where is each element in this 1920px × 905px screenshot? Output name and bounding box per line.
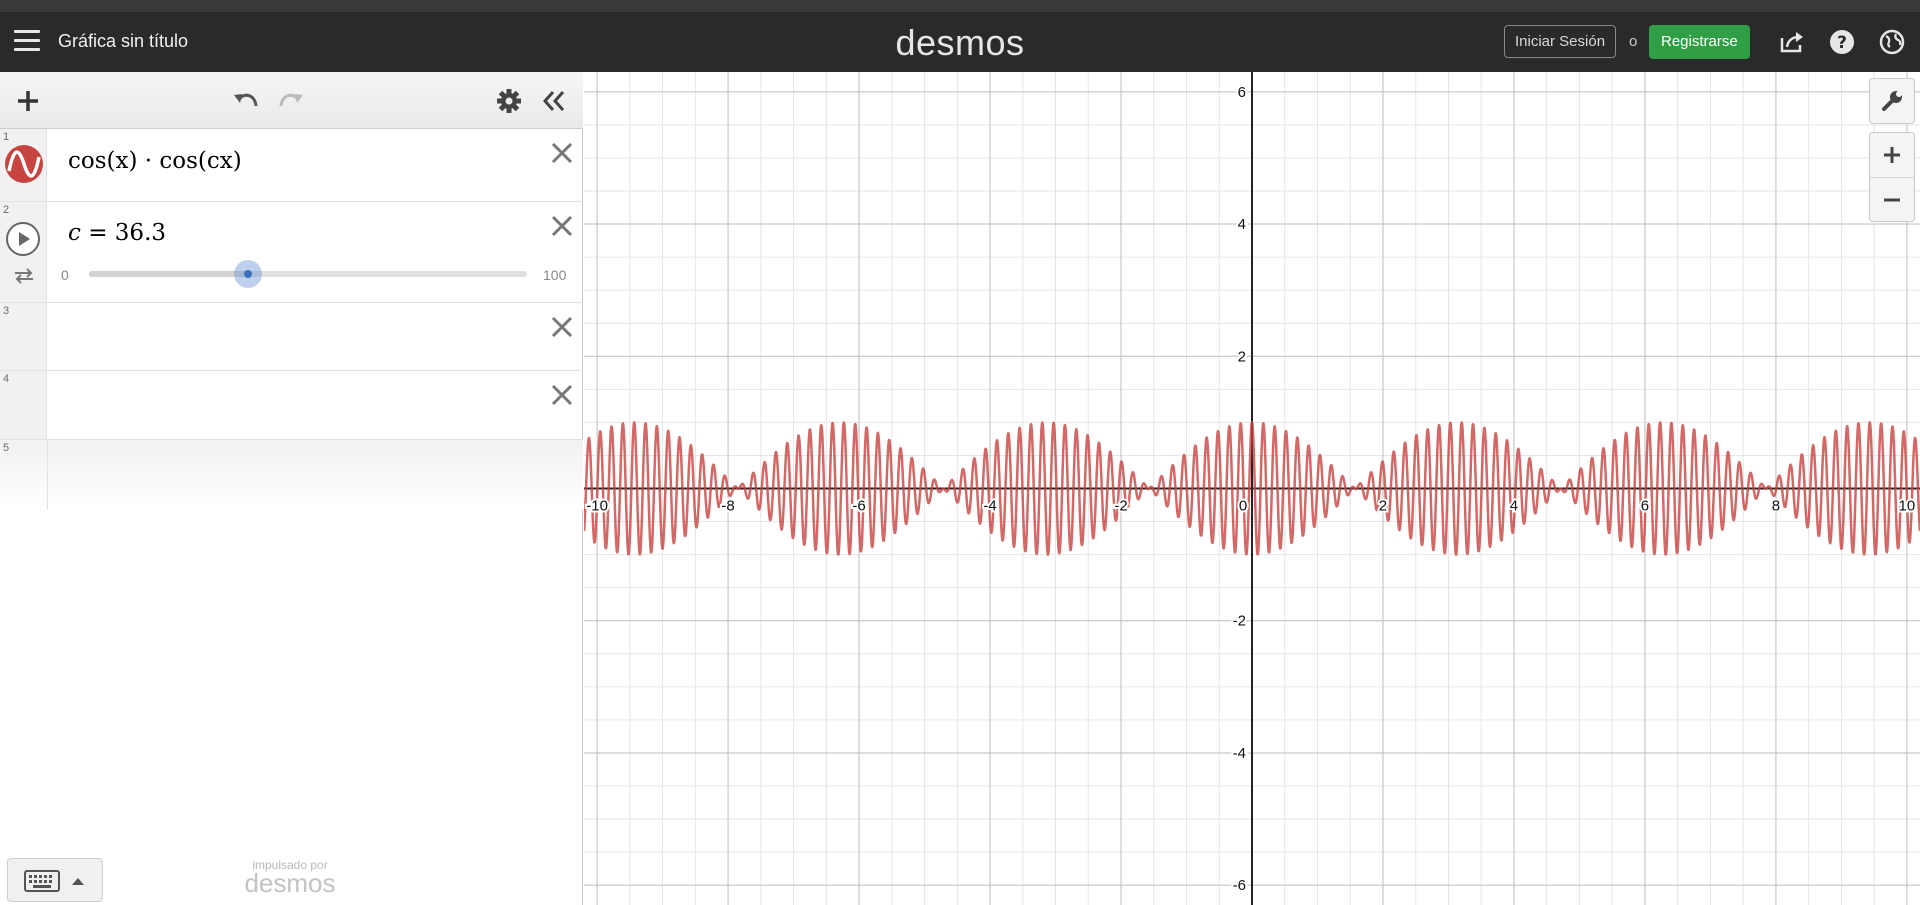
desmos-logo: desmos (895, 22, 1025, 63)
graph-curve-icon[interactable] (4, 144, 44, 184)
chevron-up-icon (72, 878, 84, 885)
slider-expression-field[interactable]: c = 36.3 (68, 220, 166, 246)
expression-list-panel: 1 cos(x) · cos(cx) 2 c = 36.3 0 100 3 4 … (0, 72, 583, 905)
x-tick-label: 0 (1239, 498, 1247, 515)
collapse-list-icon[interactable] (539, 86, 569, 116)
delete-expression-icon[interactable] (548, 313, 576, 341)
language-globe-icon[interactable] (1878, 28, 1906, 56)
graph-settings-control (1869, 78, 1915, 124)
y-tick-label: 4 (1238, 216, 1246, 233)
y-tick-label: -6 (1233, 877, 1246, 894)
keyboard-icon (24, 870, 60, 892)
login-button[interactable]: Iniciar Sesión (1504, 25, 1617, 58)
signup-button[interactable]: Registrarse (1649, 25, 1750, 59)
play-icon[interactable] (5, 221, 41, 257)
loop-icon[interactable] (12, 266, 36, 286)
slider-value: 36.3 (114, 220, 167, 246)
expression-row-4[interactable]: 4 (0, 371, 583, 440)
y-tick-label: 6 (1238, 84, 1246, 101)
window-top-strip (0, 0, 1920, 12)
graph-canvas[interactable]: -10 -8 -6 -4 -2 0 2 4 6 8 10 6 4 2 -2 -4 -6 (584, 72, 1920, 905)
expression-toolbar (0, 72, 583, 129)
x-tick-label: -10 (586, 498, 608, 515)
expression-index: 4 (3, 373, 10, 385)
slider-max-label[interactable]: 100 (543, 267, 566, 283)
expression-index-gutter: 1 (0, 129, 47, 201)
slider-track[interactable] (89, 260, 527, 288)
powered-by-desmos[interactable]: impulsado por desmos (240, 858, 340, 899)
expression-row-1[interactable]: 1 cos(x) · cos(cx) (0, 129, 583, 202)
slider-fill (89, 271, 248, 277)
expression-index-gutter: 2 (0, 202, 47, 302)
expression-index: 3 (3, 305, 10, 317)
expression-row-3[interactable]: 3 (0, 303, 583, 371)
expression-math-field[interactable]: cos(x) · cos(cx) (68, 148, 242, 174)
delete-expression-icon[interactable] (548, 139, 576, 167)
x-tick-label: -6 (852, 498, 865, 515)
x-tick-label: -2 (1114, 498, 1127, 515)
app-header: Gráfica sin título desmos Iniciar Sesión… (0, 12, 1920, 72)
x-tick-label: 8 (1772, 498, 1780, 515)
svg-text:?: ? (1837, 33, 1847, 53)
zoom-controls (1869, 132, 1915, 222)
undo-icon[interactable] (231, 86, 261, 116)
x-tick-label: 2 (1379, 498, 1387, 515)
slider-variable: c (68, 220, 81, 246)
expression-index-gutter: 4 (0, 371, 47, 439)
zoom-out-icon[interactable] (1870, 178, 1914, 222)
expression-row-2[interactable]: 2 c = 36.3 0 100 (0, 202, 583, 303)
x-tick-label: 4 (1510, 498, 1518, 515)
expression-index: 5 (3, 442, 10, 454)
slider-handle[interactable] (233, 260, 262, 288)
expression-index: 2 (3, 204, 10, 216)
hamburger-menu-icon[interactable] (14, 30, 40, 52)
graph-paper[interactable]: -10 -8 -6 -4 -2 0 2 4 6 8 10 6 4 2 -2 -4 -6 (584, 72, 1920, 905)
help-icon[interactable]: ? (1828, 28, 1856, 56)
powered-by-logo: desmos (244, 868, 336, 898)
share-icon[interactable] (1778, 28, 1806, 56)
redo-icon[interactable] (276, 86, 306, 116)
zoom-in-icon[interactable] (1870, 133, 1914, 177)
y-tick-label: 2 (1238, 348, 1246, 365)
x-tick-label: -8 (721, 498, 734, 515)
expression-index-gutter: 3 (0, 303, 47, 370)
x-tick-label: 10 (1899, 498, 1916, 515)
x-tick-label: -4 (983, 498, 996, 515)
keyboard-toggle-button[interactable] (7, 858, 103, 902)
slider-min-label[interactable]: 0 (61, 267, 69, 283)
delete-expression-icon[interactable] (548, 381, 576, 409)
settings-gear-icon[interactable] (494, 86, 524, 116)
new-expression-row-5[interactable]: 5 (0, 440, 583, 510)
y-tick-label: -4 (1233, 745, 1246, 762)
expression-index: 1 (3, 131, 10, 143)
y-tick-label: -2 (1233, 613, 1246, 630)
graph-title[interactable]: Gráfica sin título (58, 31, 188, 52)
or-separator: o (1629, 33, 1638, 50)
delete-expression-icon[interactable] (548, 212, 576, 240)
wrench-icon[interactable] (1870, 79, 1914, 123)
x-tick-label: 6 (1641, 498, 1649, 515)
add-item-icon[interactable] (13, 86, 43, 116)
